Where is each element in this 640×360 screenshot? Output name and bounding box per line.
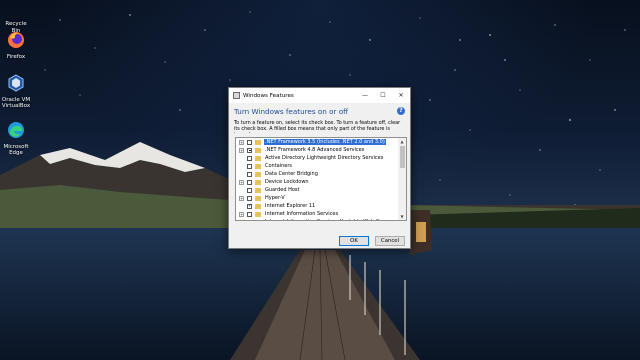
feature-row[interactable]: Containers bbox=[236, 162, 399, 170]
minimize-icon: — bbox=[362, 92, 368, 99]
scroll-up-icon[interactable]: ▲ bbox=[398, 138, 406, 145]
feature-row[interactable]: Data Center Bridging bbox=[236, 170, 399, 178]
feature-label: Internet Information Services Hostable W… bbox=[264, 219, 388, 220]
feature-row[interactable]: + Internet Information Services bbox=[236, 210, 399, 218]
feature-row[interactable]: + Hyper-V bbox=[236, 194, 399, 202]
feature-checkbox[interactable] bbox=[247, 163, 252, 169]
dialog-title: Windows Features bbox=[243, 92, 294, 99]
folder-icon bbox=[255, 219, 261, 220]
feature-row[interactable]: Internet Information Services Hostable W… bbox=[236, 218, 399, 221]
minimize-button[interactable]: — bbox=[356, 88, 374, 103]
firefox-icon bbox=[8, 32, 24, 48]
feature-checkbox[interactable] bbox=[247, 171, 252, 177]
feature-label: Internet Information Services bbox=[265, 211, 339, 217]
feature-checkbox[interactable] bbox=[247, 211, 252, 217]
desktop-icon-edge[interactable]: Microsoft Edge bbox=[1, 120, 31, 157]
expand-icon[interactable]: + bbox=[239, 211, 244, 217]
close-icon: ✕ bbox=[398, 92, 404, 99]
feature-label: Device Lockdown bbox=[265, 179, 309, 185]
close-button[interactable]: ✕ bbox=[392, 88, 410, 103]
cancel-button[interactable]: Cancel bbox=[375, 236, 405, 246]
windows-features-dialog: Windows Features — ☐ ✕ Turn Windows feat… bbox=[228, 87, 411, 249]
features-tree[interactable]: + .NET Framework 3.5 (includes .NET 2.0 a… bbox=[235, 137, 407, 221]
edge-icon bbox=[8, 122, 24, 138]
feature-label: .NET Framework 4.8 Advanced Services bbox=[265, 147, 365, 153]
dialog-description: To turn a feature on, select its check b… bbox=[234, 120, 401, 133]
feature-checkbox[interactable] bbox=[247, 139, 252, 145]
feature-checkbox[interactable] bbox=[247, 219, 252, 220]
desktop-icon-label: Microsoft Edge bbox=[3, 143, 29, 157]
feature-checkbox[interactable] bbox=[247, 203, 252, 209]
maximize-icon: ☐ bbox=[380, 92, 386, 99]
folder-icon bbox=[255, 171, 261, 177]
expand-icon[interactable]: + bbox=[239, 147, 244, 153]
folder-icon bbox=[255, 203, 261, 209]
feature-checkbox[interactable] bbox=[247, 147, 252, 153]
desktop-icon-recycle-bin[interactable]: Recycle Bin bbox=[1, 0, 31, 34]
feature-row[interactable]: Internet Explorer 11 bbox=[236, 202, 399, 210]
folder-icon bbox=[255, 147, 261, 153]
feature-checkbox[interactable] bbox=[247, 179, 252, 185]
folder-icon bbox=[255, 179, 261, 185]
feature-label: Active Directory Lightweight Directory S… bbox=[265, 155, 384, 161]
desktop-icon-label: Oracle VM VirtualBox bbox=[1, 96, 31, 110]
feature-row[interactable]: + .NET Framework 3.5 (includes .NET 2.0 a… bbox=[236, 138, 399, 146]
scroll-down-icon[interactable]: ▼ bbox=[398, 213, 406, 220]
folder-icon bbox=[255, 187, 261, 193]
windows-features-icon bbox=[233, 92, 240, 99]
feature-checkbox[interactable] bbox=[247, 155, 252, 161]
desktop-icon-label: Firefox bbox=[6, 53, 26, 60]
virtualbox-icon bbox=[8, 74, 24, 92]
feature-label: Containers bbox=[265, 163, 293, 169]
desktop-icon-virtualbox[interactable]: Oracle VM VirtualBox bbox=[1, 73, 31, 110]
features-list: + .NET Framework 3.5 (includes .NET 2.0 a… bbox=[236, 138, 399, 221]
feature-checkbox[interactable] bbox=[247, 195, 252, 201]
feature-checkbox[interactable] bbox=[247, 187, 252, 193]
help-icon[interactable]: ? bbox=[397, 107, 405, 115]
recycle-bin-icon bbox=[6, 0, 26, 20]
scrollbar-thumb[interactable] bbox=[399, 146, 405, 168]
feature-row[interactable]: Active Directory Lightweight Directory S… bbox=[236, 154, 399, 162]
folder-icon bbox=[255, 211, 261, 217]
title-bar[interactable]: Windows Features — ☐ ✕ bbox=[229, 88, 410, 103]
dialog-heading: Turn Windows features on or off bbox=[234, 107, 349, 116]
expand-icon[interactable]: + bbox=[239, 139, 244, 145]
folder-icon bbox=[255, 155, 261, 161]
expand-icon[interactable]: + bbox=[239, 179, 244, 185]
expand-icon[interactable]: + bbox=[239, 195, 244, 201]
maximize-button[interactable]: ☐ bbox=[374, 88, 392, 103]
feature-label: Data Center Bridging bbox=[265, 171, 318, 177]
feature-label: Internet Explorer 11 bbox=[265, 203, 316, 209]
feature-label: Hyper-V bbox=[265, 195, 285, 201]
feature-row[interactable]: + .NET Framework 4.8 Advanced Services bbox=[236, 146, 399, 154]
ok-button[interactable]: OK bbox=[339, 236, 369, 246]
feature-label: Guarded Host bbox=[265, 187, 300, 193]
folder-icon bbox=[255, 139, 261, 145]
vertical-scrollbar[interactable]: ▲ ▼ bbox=[398, 138, 406, 220]
feature-row[interactable]: + Device Lockdown bbox=[236, 178, 399, 186]
feature-row[interactable]: Guarded Host bbox=[236, 186, 399, 194]
feature-label: .NET Framework 3.5 (includes .NET 2.0 an… bbox=[264, 139, 386, 145]
desktop-icon-firefox[interactable]: Firefox bbox=[1, 30, 31, 60]
folder-icon bbox=[255, 195, 261, 201]
folder-icon bbox=[255, 163, 261, 169]
